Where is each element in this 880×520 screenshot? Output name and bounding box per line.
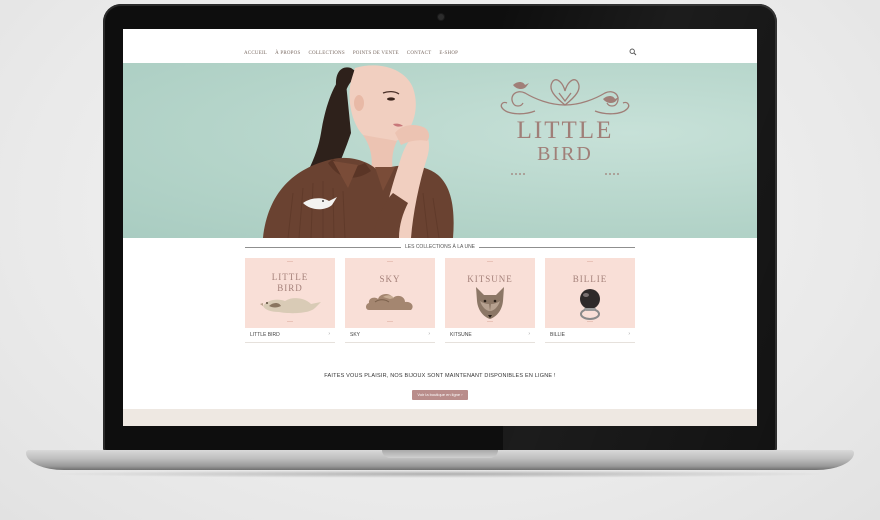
laptop-notch — [382, 450, 498, 458]
laptop-shadow — [46, 470, 834, 478]
collection-title: LITTLE — [271, 272, 309, 282]
logo-word-bird: BIRD — [537, 143, 593, 165]
chevron-right-icon: › — [528, 331, 530, 337]
collections-heading: LES COLLECTIONS À LA UNE — [245, 243, 635, 252]
footer-band — [123, 409, 757, 426]
nav-item-e-shop[interactable]: E-SHOP — [439, 51, 458, 56]
heading-text-wrap: LES COLLECTIONS À LA UNE — [245, 244, 635, 250]
pin — [487, 321, 493, 322]
pin — [387, 261, 393, 262]
collection-image[interactable]: LITTLE BIRD — [245, 258, 335, 328]
ring-image — [580, 289, 600, 320]
collection-caption[interactable]: BILLIE › — [545, 328, 635, 343]
collection-card-sky[interactable]: SKY SKY › — [345, 258, 435, 344]
pin — [487, 261, 493, 262]
pin — [287, 321, 293, 322]
collection-card-kitsune[interactable]: KITSUNE KITSUNE › — [445, 258, 535, 344]
camera — [438, 14, 444, 20]
collection-title: BILLIE — [572, 274, 608, 284]
chevron-right-icon: › — [628, 331, 630, 337]
fox-brooch-image — [476, 287, 504, 319]
collection-image[interactable]: SKY — [345, 258, 435, 328]
collection-image[interactable]: KITSUNE — [445, 258, 535, 328]
main-nav: ACCUEIL À PROPOS COLLECTIONS POINTS DE V… — [123, 44, 757, 64]
nav-item-accueil[interactable]: ACCUEIL — [244, 51, 267, 56]
collection-label: KITSUNE — [450, 332, 472, 338]
collection-caption[interactable]: SKY › — [345, 328, 435, 343]
shop-online-button[interactable]: Voir la boutique en ligne › — [412, 390, 468, 400]
nav-item-points-de-vente[interactable]: POINTS DE VENTE — [353, 51, 399, 56]
promo-tagline: FAITES VOUS PLAISIR, NOS BIJOUX SONT MAI… — [324, 373, 556, 379]
collection-title: KITSUNE — [467, 274, 513, 284]
little-bird-logo: LITTLE BIRD — [495, 75, 635, 183]
nav-item-a-propos[interactable]: À PROPOS — [275, 51, 300, 56]
nav-item-contact[interactable]: CONTACT — [407, 51, 432, 56]
nav-item-collections[interactable]: COLLECTIONS — [308, 51, 344, 56]
collection-caption[interactable]: KITSUNE › — [445, 328, 535, 343]
hero-photo-woman — [263, 65, 454, 238]
search-icon[interactable] — [629, 48, 637, 56]
top-bar — [123, 29, 757, 45]
bird-brooch-image — [260, 298, 321, 314]
collections-heading-text: LES COLLECTIONS À LA UNE — [400, 244, 480, 250]
chevron-right-icon: › — [428, 331, 430, 337]
collection-label: LITTLE BIRD — [250, 332, 280, 338]
collection-title: SKY — [379, 274, 401, 284]
website-screen: ACCUEIL À PROPOS COLLECTIONS POINTS DE V… — [123, 29, 757, 426]
collection-caption[interactable]: LITTLE BIRD › — [245, 328, 335, 343]
pin — [587, 261, 593, 262]
collections-grid: LITTLE BIRD LITTLE BIRD › SKY SKY › KITS… — [245, 258, 635, 344]
collection-label: SKY — [350, 332, 361, 338]
collection-card-little-bird[interactable]: LITTLE BIRD LITTLE BIRD › — [245, 258, 335, 344]
pin — [287, 261, 293, 262]
collection-card-billie[interactable]: BILLIE BILLIE › — [545, 258, 635, 344]
collection-image[interactable]: BILLIE — [545, 258, 635, 328]
pin — [387, 321, 393, 322]
collection-label: BILLIE — [550, 332, 566, 338]
chevron-right-icon: › — [328, 331, 330, 337]
laptop-base — [26, 450, 854, 478]
hero-banner: LITTLE BIRD — [123, 63, 757, 238]
cloud-brooch-image — [366, 293, 413, 310]
logo-word-little: LITTLE — [516, 117, 614, 144]
